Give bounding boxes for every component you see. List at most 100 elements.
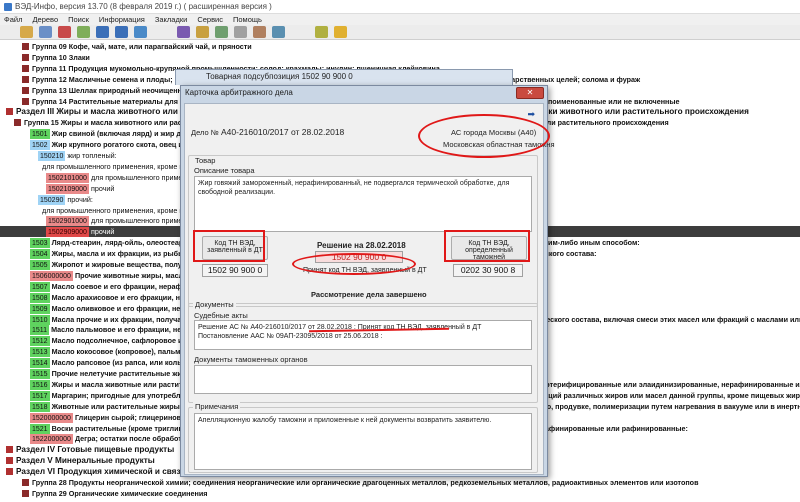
tree-row-content: 1502109000 прочий: [46, 183, 114, 194]
tree-label: Группа 29 Органические химические соедин…: [32, 488, 208, 498]
menu-item-6[interactable]: Помощь: [233, 15, 262, 24]
book-icon: [22, 479, 29, 486]
decision-annotation-ellipse: [292, 253, 416, 275]
tree-code: 1506000000: [30, 270, 73, 281]
tree-code: 1507: [30, 281, 50, 292]
sun-icon[interactable]: [334, 26, 347, 38]
tree-code: 1505: [30, 260, 50, 270]
section-icon: [6, 468, 13, 476]
tree-label: Группа 10 Злаки: [32, 52, 90, 62]
tree-row-content: Раздел IV Готовые пищевые продукты: [6, 445, 174, 454]
tree-icon[interactable]: [77, 26, 90, 38]
tree-row[interactable]: Группа 29 Органические химические соедин…: [0, 488, 800, 499]
menu-item-4[interactable]: Закладки: [155, 15, 187, 24]
tree-row-content: 1502909000 прочий: [46, 227, 115, 238]
section-icon: [6, 446, 13, 454]
tree-row[interactable]: Группа 10 Злаки: [0, 52, 800, 63]
close-button[interactable]: ✕: [516, 87, 544, 99]
tree-label: Группа 09 Кофе, чай, мате, или парагвайс…: [32, 42, 252, 51]
case-status: Рассмотрение дела завершено: [311, 290, 427, 299]
book-icon[interactable]: [177, 26, 190, 38]
tree-code: 1502901000: [46, 216, 89, 227]
print-icon[interactable]: [39, 26, 52, 38]
tree-row-content: 150210 жир топленый:: [38, 151, 117, 161]
tree-code: 1514: [30, 358, 50, 369]
tree-label: жир топленый:: [67, 151, 117, 160]
title-bar: ВЭД-Инфо, версия 13.70 (8 февраля 2019 г…: [0, 0, 800, 14]
menu-item-0[interactable]: Файл: [4, 15, 22, 24]
tree-label: прочий: [90, 227, 115, 237]
help-icon[interactable]: [196, 26, 209, 38]
tree-row-content: Группа 09 Кофе, чай, мате, или парагвайс…: [22, 42, 252, 51]
find-icon[interactable]: [115, 26, 128, 38]
open-icon[interactable]: [20, 26, 33, 38]
notes-field[interactable]: Апелляционную жалобу таможни и приложенн…: [194, 413, 532, 470]
edit-icon[interactable]: [272, 26, 285, 38]
tree-code: 1504: [30, 249, 50, 260]
menu-item-5[interactable]: Сервис: [197, 15, 223, 24]
bookmark-icon[interactable]: [58, 26, 71, 38]
tree-code: 1502: [30, 140, 50, 151]
calc-icon[interactable]: [215, 26, 228, 38]
tree-code: 1522000000: [30, 434, 73, 445]
tree-code: 1520000000: [30, 412, 73, 423]
customs-docs-label: Документы таможенных органов: [194, 355, 308, 364]
tree-row-content: Группа 28 Продукты неорганической химии;…: [22, 478, 699, 487]
zoom-icon[interactable]: [134, 26, 147, 38]
forward-arrow-icon[interactable]: ➡: [527, 109, 535, 120]
book-icon: [22, 75, 29, 83]
documents-label: Документы: [193, 300, 236, 309]
tree-code: 1521: [30, 423, 50, 434]
customs-code-annotation: [444, 230, 530, 262]
tree-code: 1502909000: [46, 227, 89, 238]
tree-row-content: Группа 29 Органические химические соедин…: [22, 489, 207, 498]
customs-docs-list[interactable]: [194, 365, 532, 394]
tree-code: 1501: [30, 129, 50, 140]
declared-code-value: 1502 90 900 0: [202, 264, 268, 277]
subposition-window-title: Товарная подсубпозиция 1502 90 900 0: [206, 72, 353, 81]
note-icon[interactable]: [253, 26, 266, 38]
tree-code: 1513: [30, 347, 50, 358]
eye-icon[interactable]: [315, 26, 328, 38]
customs-code-value: 0202 30 900 8: [453, 264, 523, 277]
menu-item-2[interactable]: Поиск: [68, 15, 89, 24]
dialog-title: Карточка арбитражного дела: [185, 88, 293, 97]
case-number: А40-216010/2017 от 28.02.2018: [221, 127, 345, 137]
subposition-window-titlebar[interactable]: Товарная подсубпозиция 1502 90 900 0: [175, 69, 513, 85]
section-icon: [6, 108, 13, 116]
menu-item-3[interactable]: Информация: [99, 15, 145, 24]
window-title: ВЭД-Инфо, версия 13.70 (8 февраля 2019 г…: [15, 2, 272, 11]
list-icon[interactable]: [234, 26, 247, 38]
section-icon: [6, 457, 13, 465]
tree-row-content: Группа 10 Злаки: [22, 53, 90, 62]
tree-label: прочий:: [67, 194, 93, 204]
book-icon: [22, 64, 29, 72]
tree-code: 1518: [30, 401, 50, 412]
description-field[interactable]: Жир говяжий замороженный, нерафинированн…: [194, 176, 532, 232]
notes-label: Примечания: [193, 402, 241, 411]
tree-code: 1509: [30, 303, 50, 314]
tree-code: 1511: [30, 325, 50, 336]
tree-row-content: 1502101000 для промышленного применения: [46, 172, 202, 183]
tree-row-content: 1502901000 для промышленного применения: [46, 216, 202, 227]
tree-code: 1517: [30, 390, 50, 401]
tree-code: 1502109000: [46, 183, 89, 194]
book-icon: [22, 43, 29, 50]
book-icon: [22, 97, 29, 105]
court-acts-list[interactable]: Решение АС № А40-216010/2017 от 28.02.20…: [194, 320, 532, 350]
menu-item-1[interactable]: Дерево: [32, 15, 58, 24]
tree-code: 1516: [30, 379, 50, 390]
search-icon[interactable]: [96, 26, 109, 38]
court-act-2[interactable]: Постановление ААС № 09АП-23095/2018 от 2…: [198, 332, 528, 341]
tree-code: 150210: [38, 151, 66, 161]
book-icon: [22, 86, 29, 94]
app-icon: [4, 2, 12, 11]
tree-row[interactable]: Группа 09 Кофе, чай, мате, или парагвайс…: [0, 41, 800, 52]
tree-code: 1512: [30, 336, 50, 347]
book-icon: [22, 53, 29, 61]
tree-label: Группа 28 Продукты неорганической химии;…: [32, 478, 699, 487]
tree-code: 1510: [30, 314, 50, 325]
tree-row-content: 150290 прочий:: [38, 194, 93, 205]
menu-bar: Файл Дерево Поиск Информация Закладки Сервис П…: [0, 14, 800, 25]
tree-row[interactable]: Группа 28 Продукты неорганической химии;…: [0, 477, 800, 488]
